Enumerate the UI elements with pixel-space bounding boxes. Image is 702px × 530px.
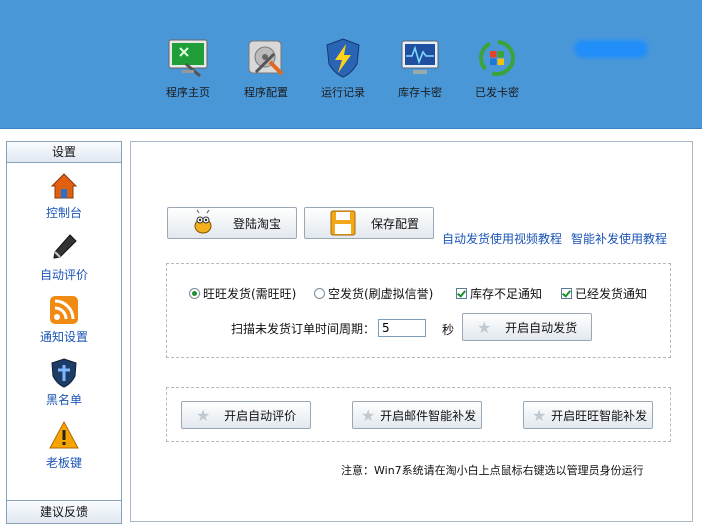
login-taobao-button[interactable]: 登陆淘宝 [167,207,297,239]
scan-unit-label: 秒 [442,323,455,337]
scan-period-input[interactable] [378,319,426,337]
wangwang-resend-button[interactable]: ★ 开启旺旺智能补发 [523,401,653,429]
checkbox-indicator [456,288,467,299]
sidebar-item-label: 黑名单 [45,393,82,407]
toolbar-label: 库存卡密 [398,86,442,99]
checkbox-label: 库存不足通知 [470,287,543,301]
toolbar-program-home[interactable]: 程序主页 [152,36,224,100]
auto-ship-video-link[interactable]: 自动发货使用视频教程 [442,230,562,247]
scan-period-label: 扫描未发货订单时间周期： [231,322,376,336]
toolbar-label: 程序主页 [166,86,210,99]
auto-ship-label: 开启自动发货 [505,320,578,335]
star-icon: ★ [196,405,211,425]
disk-tools-icon [248,40,284,76]
sidebar-item-label: 自动评价 [39,268,88,282]
toolbar-program-config[interactable]: 程序配置 [230,36,302,100]
sidebar-item-blacklist[interactable]: 黑名单 [7,357,121,408]
mail-resend-button[interactable]: ★ 开启邮件智能补发 [352,401,482,429]
admin-run-note: 注意：Win7系统请在淘小白上点鼠标右键选以管理员身份运行 [341,464,644,477]
checkbox-stock-notify[interactable]: 库存不足通知 [456,285,542,302]
header-toolbar: 程序主页 程序配置 运行记录 库存卡密 已发卡密 [0,0,702,129]
toolbar-run-log[interactable]: 运行记录 [307,36,379,100]
radio-wangwang-ship[interactable]: 旺旺发货(需旺旺) [189,285,296,302]
smart-resend-tutorial-link[interactable]: 智能补发使用教程 [571,230,667,247]
radio-indicator [189,288,200,299]
checkbox-sent-notify[interactable]: 已经发货通知 [561,285,647,302]
radio-empty-ship[interactable]: 空发货(刷虚拟信誉) [314,285,433,302]
toolbar-label: 运行记录 [321,86,365,99]
refresh-windows-icon [479,40,515,76]
toolbar-label: 已发卡密 [475,86,519,99]
toolbar-label: 程序配置 [244,86,288,99]
sidebar-header: 设置 [7,142,121,163]
radio-label: 旺旺发货(需旺旺) [203,287,297,301]
main-panel: 登陆淘宝 保存配置 自动发货使用视频教程 智能补发使用教程 旺旺发货(需旺旺) … [130,141,693,522]
star-icon: ★ [532,405,547,425]
checkbox-label: 已经发货通知 [575,287,648,301]
sidebar-item-notify-settings[interactable]: 通知设置 [7,294,121,345]
sidebar-item-boss-key[interactable]: 老板键 [7,420,121,471]
radio-label: 空发货(刷虚拟信誉) [328,287,434,301]
home-icon [50,173,78,199]
pen-icon [53,234,77,259]
toolbar-stock-cards[interactable]: 库存卡密 [384,36,456,100]
warning-icon [49,420,79,449]
monitor-chart-icon [401,40,439,74]
auto-review-label: 开启自动评价 [224,408,297,423]
mail-resend-label: 开启邮件智能补发 [380,408,477,423]
shield-icon [51,358,77,388]
sidebar-item-label: 控制台 [45,206,82,220]
wangwang-resend-label: 开启旺旺智能补发 [551,408,648,423]
sidebar-item-console[interactable]: 控制台 [7,170,121,221]
save-icon [330,210,356,236]
sidebar-item-label: 老板键 [45,456,82,470]
sidebar-item-label: 通知设置 [39,330,88,344]
monitor-icon [168,39,208,78]
checkbox-indicator [561,288,572,299]
sidebar: 设置 控制台 自动评价 通知设置 黑名单 老板键 建议反馈 [6,141,122,524]
sidebar-item-auto-review[interactable]: 自动评价 [7,232,121,283]
login-taobao-label: 登陆淘宝 [232,216,281,231]
auto-review-button[interactable]: ★ 开启自动评价 [181,401,311,429]
save-config-button[interactable]: 保存配置 [304,207,434,239]
auto-ship-settings-box [166,263,671,358]
rss-icon [50,296,78,324]
shield-lightning-icon [326,38,360,78]
redacted-blob [574,40,648,58]
save-config-label: 保存配置 [370,216,419,231]
auto-ship-button[interactable]: ★ 开启自动发货 [462,313,592,341]
toolbar-sent-cards[interactable]: 已发卡密 [461,36,533,100]
star-icon: ★ [477,317,492,337]
feedback-button[interactable]: 建议反馈 [7,500,121,523]
star-icon: ★ [361,405,376,425]
bee-icon [194,209,212,234]
radio-indicator [314,288,325,299]
